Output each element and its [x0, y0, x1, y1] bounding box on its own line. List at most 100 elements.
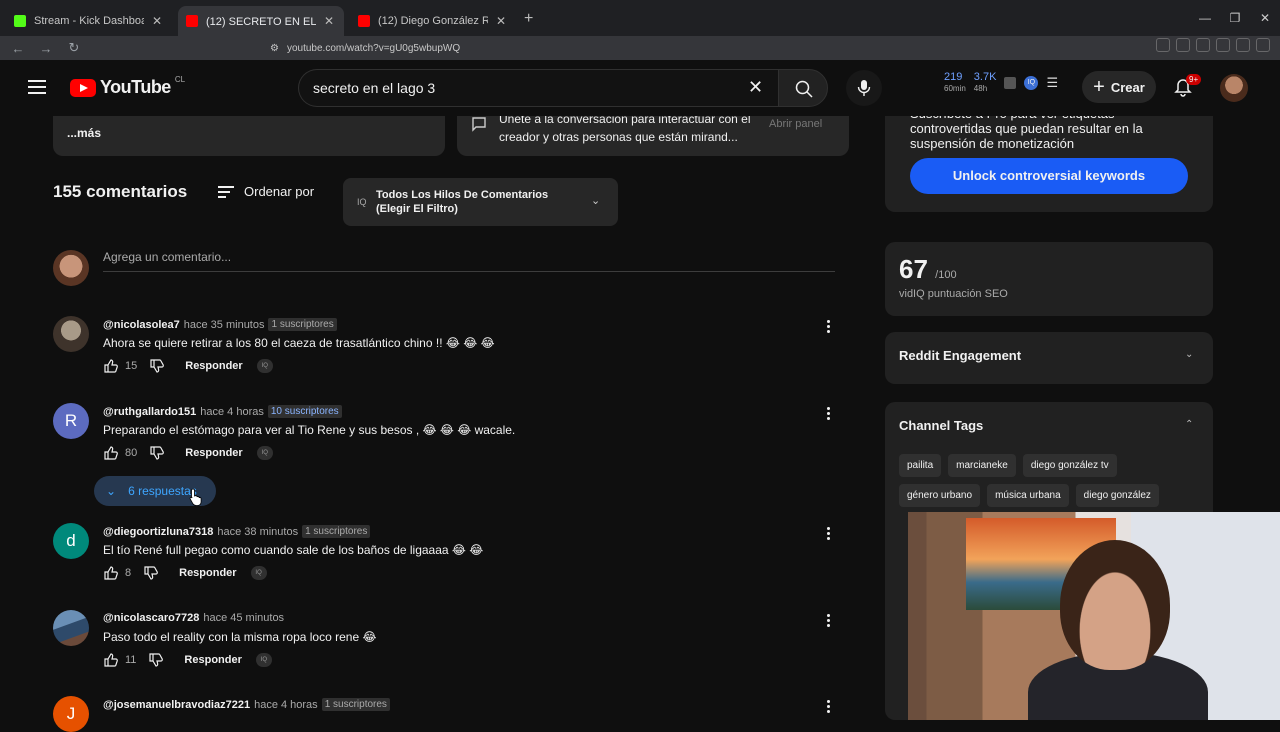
comment-text: El tío René full pegao como cuando sale … — [103, 543, 484, 557]
extension-icons — [1156, 38, 1270, 52]
thumbs-up-icon[interactable] — [103, 358, 119, 374]
show-more-link[interactable]: ...más — [67, 126, 101, 140]
tag-chip[interactable]: música urbana — [987, 484, 1069, 507]
seo-score-label: vidIQ puntuación SEO — [899, 288, 1008, 300]
extension-icon[interactable] — [1236, 38, 1250, 52]
thumbs-down-icon[interactable] — [149, 445, 165, 461]
sort-icon — [218, 185, 234, 198]
vidiq-icon[interactable]: IQ — [1024, 76, 1039, 90]
tag-chip[interactable]: marcianeke — [948, 454, 1016, 477]
voice-search-button[interactable] — [846, 70, 882, 106]
thumbs-up-icon[interactable] — [103, 565, 119, 581]
comment-time[interactable]: hace 4 horas — [254, 699, 318, 711]
seo-score-card: 67 /100 vidIQ puntuación SEO — [885, 242, 1213, 316]
close-tab-icon[interactable]: ✕ — [324, 14, 334, 28]
reply-button[interactable]: Responder — [179, 567, 236, 579]
unlock-keywords-button[interactable]: Unlock controversial keywords — [910, 158, 1188, 194]
chart-icon[interactable] — [1004, 77, 1017, 89]
open-panel-button[interactable]: Abrir panel — [769, 118, 822, 130]
list-icon[interactable]: ☰ — [1046, 75, 1058, 91]
avatar[interactable] — [53, 610, 89, 646]
search-input[interactable]: secreto en el lago 3 — [298, 69, 778, 107]
webcam-overlay — [908, 512, 1280, 720]
browser-tab-youtube-active[interactable]: (12) SECRETO EN EL LAGO 3 🔴📹 ✕ — [178, 6, 344, 36]
vidiq-icon[interactable]: IQ — [256, 446, 273, 460]
browser-tab-kick[interactable]: Stream - Kick Dashboard ✕ — [6, 6, 172, 36]
avatar[interactable]: d — [53, 523, 89, 559]
close-window-icon[interactable]: ✕ — [1250, 0, 1280, 36]
maximize-icon[interactable]: ❐ — [1220, 0, 1250, 36]
thumbs-down-icon[interactable] — [149, 358, 165, 374]
subscriber-badge: 1 suscriptores — [321, 698, 390, 711]
chevron-up-icon[interactable]: ⌃ — [1185, 419, 1193, 430]
extension-icon[interactable] — [1176, 38, 1190, 52]
seo-score: 67 /100 — [899, 254, 957, 285]
comment-time[interactable]: hace 35 minutos — [184, 319, 265, 331]
avatar[interactable] — [53, 316, 89, 352]
comment-time[interactable]: hace 45 minutos — [203, 612, 284, 624]
close-tab-icon[interactable]: ✕ — [496, 14, 506, 28]
extension-icon[interactable] — [1216, 38, 1230, 52]
menu-icon[interactable] — [28, 80, 46, 94]
avatar[interactable]: R — [53, 403, 89, 439]
avatar[interactable]: J — [53, 696, 89, 732]
comment-filter-dropdown[interactable]: IQ Todos Los Hilos De Comentarios (Elegi… — [343, 178, 618, 226]
close-tab-icon[interactable]: ✕ — [152, 14, 162, 28]
more-options-icon[interactable] — [827, 614, 830, 627]
comment-time[interactable]: hace 38 minutos — [217, 526, 298, 538]
reddit-engagement-section[interactable]: Reddit Engagement ⌄ — [885, 332, 1213, 384]
url-field[interactable]: ⚙ youtube.com/watch?v=gU0g5wbupWQ — [270, 38, 990, 58]
clear-search-icon[interactable]: ✕ — [748, 78, 763, 96]
tag-chip[interactable]: género urbano — [899, 484, 981, 507]
chevron-down-icon: ⌄ — [106, 484, 117, 498]
reply-button[interactable]: Responder — [185, 447, 242, 459]
seo-score-max: /100 — [935, 269, 957, 281]
comment-actions: 80 Responder IQ — [103, 445, 273, 461]
more-options-icon[interactable] — [827, 320, 830, 333]
account-avatar[interactable] — [1220, 74, 1248, 102]
browser-tab-youtube-reality[interactable]: (12) Diego González Reality - YouTub ✕ — [350, 6, 516, 36]
extension-icon[interactable] — [1196, 38, 1210, 52]
forward-icon[interactable]: → — [36, 41, 56, 56]
vidiq-icon[interactable]: IQ — [255, 653, 272, 667]
thumbs-down-icon[interactable] — [143, 565, 159, 581]
thumbs-down-icon[interactable] — [148, 652, 164, 668]
comment-time[interactable]: hace 4 horas — [200, 406, 264, 418]
extension-icon[interactable] — [1156, 38, 1170, 52]
vidiq-icon[interactable]: IQ — [250, 566, 267, 580]
comment-author[interactable]: @diegoortizluna7318 — [103, 526, 213, 538]
comment-author[interactable]: @ruthgallardo151 — [103, 406, 196, 418]
more-options-icon[interactable] — [827, 700, 830, 713]
address-bar: ← → ↻ ⚙ youtube.com/watch?v=gU0g5wbupWQ — [0, 36, 1280, 60]
site-info-icon[interactable]: ⚙ — [270, 43, 279, 54]
comment-header: @nicolascaro7728 hace 45 minutos — [103, 612, 284, 624]
views-60min: 219 60min — [944, 72, 966, 94]
more-options-icon[interactable] — [827, 407, 830, 420]
new-tab-icon[interactable]: + — [524, 10, 533, 28]
tag-chip[interactable]: diego gonzález tv — [1022, 454, 1117, 477]
tag-chip[interactable]: diego gonzález — [1075, 484, 1159, 507]
comment-author[interactable]: @josemanuelbravodiaz7221 — [103, 699, 250, 711]
back-icon[interactable]: ← — [8, 41, 28, 56]
reply-button[interactable]: Responder — [184, 654, 241, 666]
youtube-logo[interactable]: YouTube CL — [70, 75, 185, 98]
create-button[interactable]: + Crear — [1082, 71, 1156, 103]
minimize-icon[interactable]: — — [1190, 0, 1220, 36]
chevron-down-icon: ⌄ — [591, 195, 601, 207]
add-comment-input[interactable]: Agrega un comentario... — [103, 250, 835, 272]
notification-badge: 9+ — [1186, 74, 1202, 85]
thumbs-up-icon[interactable] — [103, 652, 119, 668]
youtube-favicon-icon — [186, 15, 198, 27]
reply-button[interactable]: Responder — [185, 360, 242, 372]
tag-chip[interactable]: pailita — [899, 454, 942, 477]
reload-icon[interactable]: ↻ — [64, 40, 84, 56]
more-options-icon[interactable] — [827, 527, 830, 540]
extension-icon[interactable] — [1256, 38, 1270, 52]
thumbs-up-icon[interactable] — [103, 445, 119, 461]
vidiq-icon[interactable]: IQ — [256, 359, 273, 373]
sort-by-button[interactable]: Ordenar por — [218, 184, 314, 199]
comment-author[interactable]: @nicolascaro7728 — [103, 612, 199, 624]
streamer-face — [1060, 540, 1170, 670]
search-button[interactable] — [778, 69, 828, 107]
comment-author[interactable]: @nicolasolea7 — [103, 319, 180, 331]
